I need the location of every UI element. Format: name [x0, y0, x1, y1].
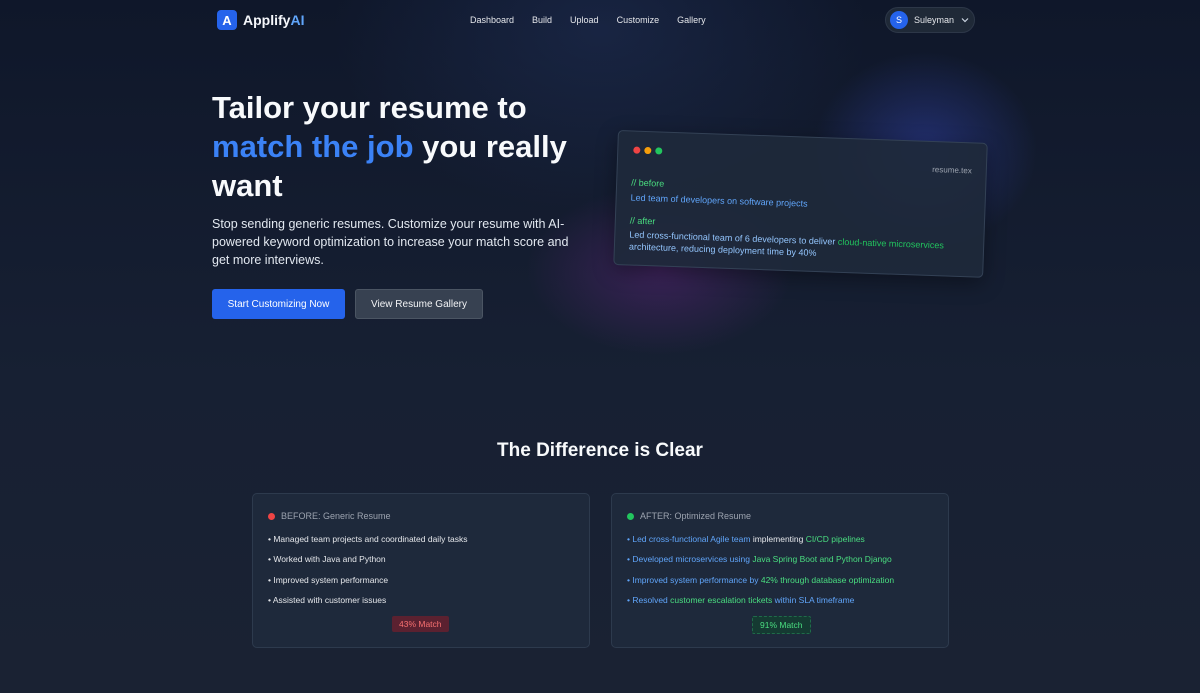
list-item: • Worked with Java and Python — [268, 554, 386, 565]
start-customizing-button[interactable]: Start Customizing Now — [212, 289, 345, 319]
user-name: Suleyman — [914, 15, 955, 25]
top-navbar: A ApplifyAI Dashboard Build Upload Custo… — [0, 0, 1200, 40]
after-match-badge: 91% Match — [752, 616, 811, 634]
list-item-part-b: customer escalation tickets — [670, 594, 773, 605]
list-item: • Led cross-functional Agile team implem… — [627, 534, 894, 554]
before-status-dot-icon — [268, 512, 275, 520]
window-minimize-dot-icon — [644, 146, 652, 155]
code-before-line: Led team of developers on software proje… — [630, 192, 808, 209]
nav-link-dashboard[interactable]: Dashboard — [470, 15, 514, 25]
avatar: S — [890, 11, 908, 29]
list-item-part-a: Improved system performance by — [632, 574, 761, 585]
list-item-part-b: 42% — [760, 574, 778, 585]
after-status-dot-icon — [627, 512, 634, 520]
before-card-header: BEFORE: Generic Resume — [268, 511, 391, 521]
nav-link-customize[interactable]: Customize — [617, 15, 660, 25]
list-item: • Managed team projects and coordinated … — [268, 534, 468, 544]
hero-title-highlight: match the job — [212, 129, 414, 164]
page-background — [0, 0, 1200, 693]
list-item-part-b: implementing — [750, 534, 806, 544]
list-item-part-a: Resolved — [632, 594, 671, 605]
hero-title-part1: Tailor your resume to — [212, 90, 527, 125]
hero-subtitle: Stop sending generic resumes. Customize … — [212, 217, 569, 267]
user-menu-button[interactable]: S Suleyman — [885, 7, 975, 33]
list-item-part-a: Led cross-functional Agile team — [632, 534, 751, 544]
code-before-comment: // before — [631, 177, 665, 189]
after-card: AFTER: Optimized Resume • Led cross-func… — [611, 493, 949, 648]
hero-title: Tailor your resume to match the job you r… — [212, 88, 592, 205]
chevron-down-icon — [961, 18, 969, 23]
list-item: • Improved system performance — [268, 574, 389, 585]
list-item-part-a: Developed microservices using — [632, 554, 753, 565]
list-item: • Resolved customer escalation tickets w… — [627, 595, 894, 615]
brand-logo[interactable]: A ApplifyAI — [217, 10, 304, 30]
list-item-part-c: within SLA timeframe — [772, 594, 855, 605]
window-close-dot-icon — [633, 146, 641, 154]
after-card-label: AFTER: Optimized Resume — [640, 511, 752, 521]
code-filename: resume.tex — [932, 164, 972, 176]
list-item-part-c: through database optimization — [777, 574, 895, 585]
window-controls — [633, 146, 663, 155]
before-match-badge: 43% Match — [392, 616, 449, 632]
view-gallery-button[interactable]: View Resume Gallery — [355, 289, 483, 319]
before-card-label: BEFORE: Generic Resume — [281, 511, 391, 521]
brand-name-main: Applify — [243, 12, 291, 28]
brand-name: ApplifyAI — [243, 12, 304, 28]
window-maximize-dot-icon — [655, 147, 663, 155]
before-card: BEFORE: Generic Resume • Managed team pr… — [252, 493, 590, 648]
after-card-header: AFTER: Optimized Resume — [627, 511, 751, 521]
code-after-comment: // after — [629, 215, 656, 227]
list-item: • Improved system performance by 42% thr… — [627, 575, 894, 595]
nav-link-upload[interactable]: Upload — [570, 15, 599, 25]
nav-link-gallery[interactable]: Gallery — [677, 15, 706, 25]
after-list: • Led cross-functional Agile team implem… — [627, 534, 894, 615]
code-after-line: Led cross-functional team of 6 developer… — [629, 228, 975, 264]
main-nav: Dashboard Build Upload Customize Gallery — [470, 15, 724, 25]
resume-code-preview: resume.tex // before Led team of develop… — [613, 130, 988, 278]
nav-link-build[interactable]: Build — [532, 15, 552, 25]
brand-name-accent: AI — [290, 12, 305, 28]
comparison-title: The Difference is Clear — [497, 440, 703, 461]
logo-mark-icon: A — [217, 10, 237, 30]
list-item: • Assisted with customer issues — [268, 594, 387, 605]
list-item: • Developed microservices using Java Spr… — [627, 554, 894, 574]
code-after-highlight: cloud-native microservices — [837, 236, 945, 251]
before-list: • Managed team projects and coordinated … — [268, 534, 468, 615]
list-item-part-b: Java Spring Boot and Python Django — [752, 554, 892, 565]
list-item-part-c: CI/CD pipelines — [805, 534, 865, 544]
